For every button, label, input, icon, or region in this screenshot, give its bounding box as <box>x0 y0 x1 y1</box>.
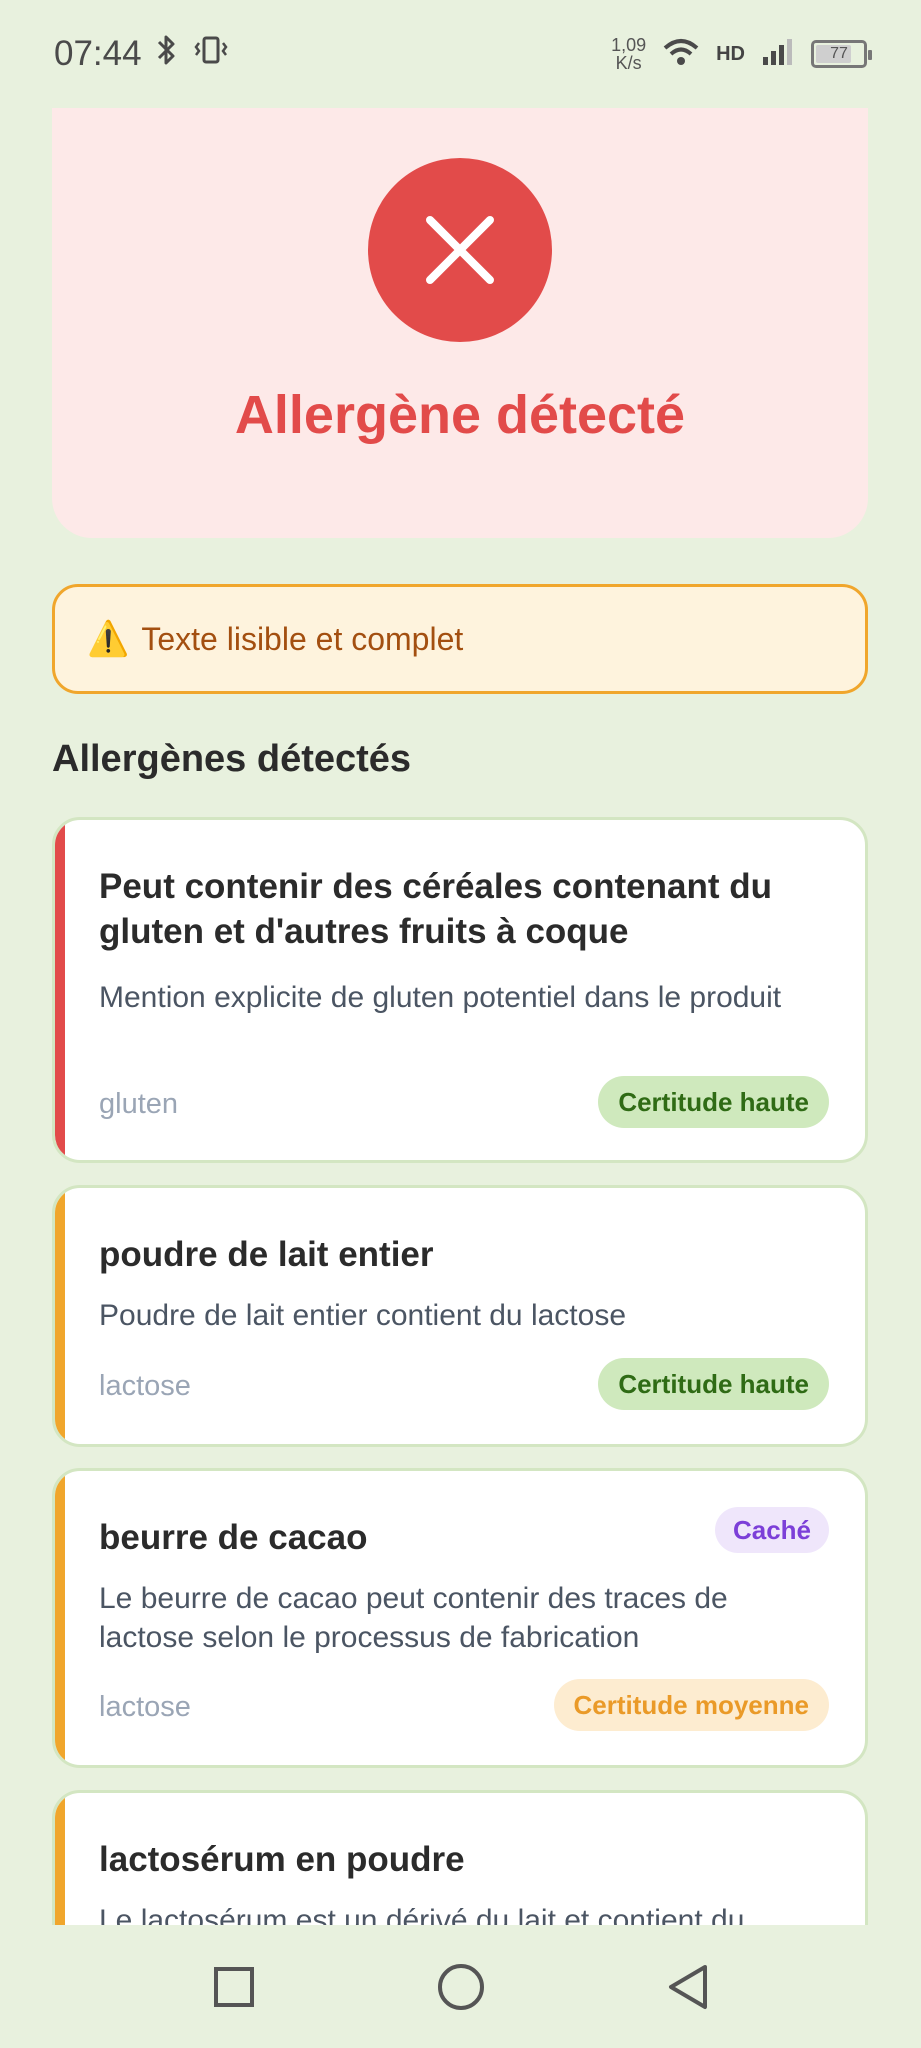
back-button[interactable] <box>653 1952 723 2022</box>
section-title: Allergènes détectés <box>52 738 412 780</box>
allergen-tag: lactose <box>99 1370 191 1402</box>
severity-accent <box>55 1188 65 1444</box>
status-left: 07:44 <box>54 33 230 76</box>
screen: 07:44 1,09 K/s HD 77 Allergène détecté ⚠… <box>0 0 921 2048</box>
certainty-badge: Certitude haute <box>598 1076 829 1128</box>
severity-accent <box>55 820 65 1160</box>
circle-icon <box>437 1963 484 2010</box>
severity-accent <box>55 1793 65 1925</box>
allergen-card[interactable]: beurre de cacao Caché Le beurre de cacao… <box>52 1468 868 1768</box>
status-right: 1,09 K/s HD 77 <box>611 35 872 73</box>
triangle-back-icon <box>668 1964 707 2009</box>
navigation-bar <box>0 1925 921 2048</box>
vibrate-icon <box>192 34 230 74</box>
warning-icon: ⚠️ <box>87 620 130 658</box>
home-button[interactable] <box>426 1952 496 2022</box>
warning-text: Texte lisible et complet <box>141 620 464 657</box>
allergen-description: Poudre de lait entier contient du lactos… <box>99 1299 627 1332</box>
network-speed: 1,09 K/s <box>611 35 647 73</box>
allergen-title: poudre de lait entier <box>99 1235 434 1274</box>
scroll-content[interactable]: Allergène détecté ⚠️ Texte lisible et co… <box>0 108 921 1925</box>
result-card: Allergène détecté <box>52 108 868 538</box>
recent-apps-button[interactable] <box>199 1952 269 2022</box>
allergen-title: beurre de cacao <box>99 1518 368 1557</box>
signal-icon <box>761 37 795 72</box>
certainty-badge: Certitude haute <box>598 1358 829 1410</box>
battery-icon: 77 <box>811 40 872 68</box>
close-icon <box>368 158 552 342</box>
allergen-description: Le lactosérum est un dérivé du lait et c… <box>99 1904 745 1925</box>
allergen-tag: gluten <box>99 1088 179 1120</box>
wifi-icon <box>662 37 700 72</box>
allergen-description: Mention explicite de gluten potentiel da… <box>99 981 782 1014</box>
allergen-card[interactable]: lactosérum en poudre Le lactosérum est u… <box>52 1790 868 1925</box>
network-type-label: HD <box>716 42 745 65</box>
clock: 07:44 <box>54 34 142 73</box>
allergen-description: Le beurre de cacao peut contenir des tra… <box>99 1582 728 1654</box>
hidden-allergen-badge: Caché <box>714 1507 829 1553</box>
warning-banner: ⚠️ Texte lisible et complet <box>52 584 868 694</box>
allergen-tag: lactose <box>99 1691 191 1723</box>
result-title: Allergène détecté <box>234 385 686 445</box>
certainty-badge: Certitude moyenne <box>553 1679 829 1731</box>
square-icon <box>213 1966 254 2007</box>
status-bar: 07:44 1,09 K/s HD 77 <box>0 0 921 108</box>
allergen-title: lactosérum en poudre <box>99 1840 465 1879</box>
bluetooth-icon <box>156 33 178 76</box>
allergen-title: Peut contenir des céréales contenant du … <box>99 867 772 951</box>
allergen-card[interactable]: Peut contenir des céréales contenant du … <box>52 817 868 1163</box>
allergen-card[interactable]: poudre de lait entier Poudre de lait ent… <box>52 1185 868 1447</box>
severity-accent <box>55 1471 65 1765</box>
